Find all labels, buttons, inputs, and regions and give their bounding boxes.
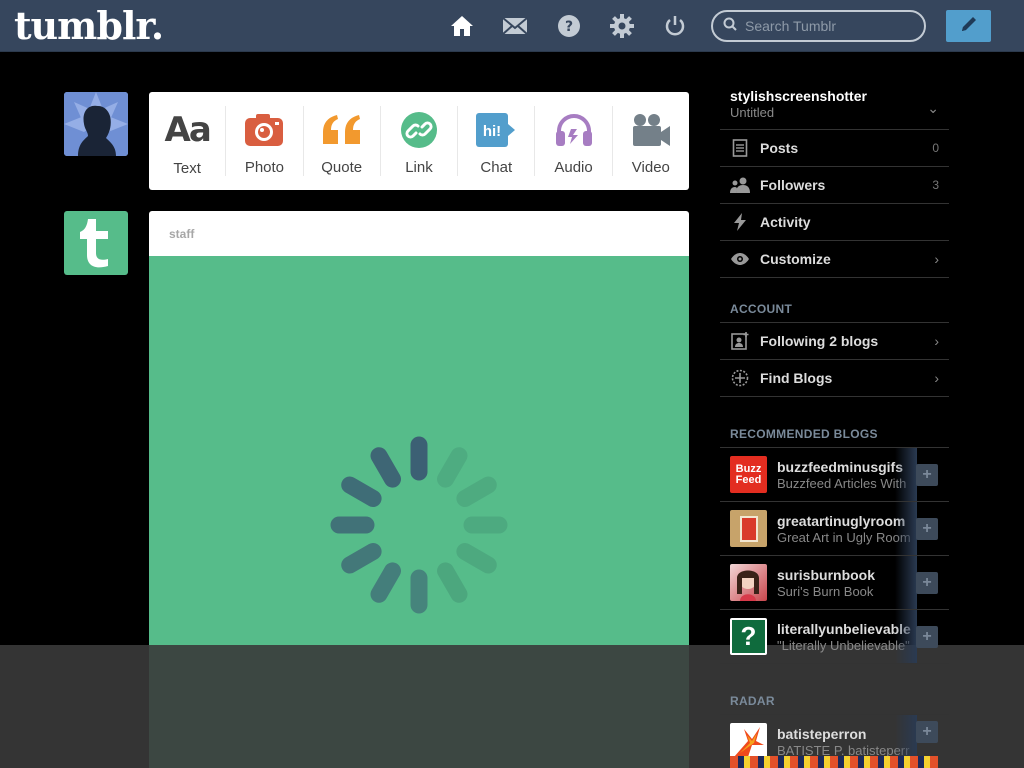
- search-box[interactable]: [711, 10, 926, 42]
- recommended-heading: RECOMMENDED BLOGS: [730, 427, 878, 441]
- people-icon: [730, 175, 750, 195]
- radar-post-image[interactable]: [730, 756, 938, 768]
- power-icon[interactable]: [662, 13, 688, 39]
- posts-count: 0: [932, 141, 939, 155]
- video-camera-icon: [631, 110, 671, 149]
- post-type-label: Audio: [554, 159, 593, 176]
- gear-icon[interactable]: [609, 13, 635, 39]
- follow-button[interactable]: +: [916, 626, 938, 648]
- follow-button[interactable]: +: [916, 518, 938, 540]
- post-type-label: Chat: [480, 159, 513, 176]
- text-icon: Aa: [164, 110, 212, 150]
- sidebar-item-label: Followers: [760, 177, 826, 193]
- recommended-blog-item[interactable]: greatartinuglyroom Great Art in Ugly Roo…: [720, 502, 949, 556]
- home-icon[interactable]: [449, 13, 475, 39]
- blog-thumbnail: Buzz Feed: [730, 456, 767, 493]
- compass-icon: [730, 368, 750, 388]
- blog-subtitle: Untitled: [730, 105, 775, 120]
- chevron-right-icon: ›: [934, 333, 939, 349]
- post-type-label: Photo: [244, 159, 285, 176]
- blog-thumbnail: [730, 564, 767, 601]
- chevron-down-icon: ⌄: [927, 100, 939, 116]
- recommended-blog-item[interactable]: ? literallyunbelievable "Literally Unbel…: [720, 610, 949, 664]
- account-heading: ACCOUNT: [730, 302, 793, 316]
- blog-name: stylishscreenshotter: [730, 88, 867, 104]
- fade-overlay: [895, 610, 917, 663]
- sidebar-item-label: Following 2 blogs: [760, 333, 879, 349]
- search-input[interactable]: [745, 18, 915, 34]
- spinner-segment: [437, 447, 468, 488]
- sidebar-item-label: Customize: [760, 251, 831, 267]
- spinner-segment: [341, 543, 382, 574]
- chevron-right-icon: ›: [934, 251, 939, 267]
- tumblr-logo[interactable]: tumblr.: [14, 4, 164, 48]
- post-type-label: Link: [405, 159, 433, 176]
- mail-icon[interactable]: [502, 13, 528, 39]
- sidebar-item-followers[interactable]: Followers 3: [720, 167, 949, 204]
- eye-icon: [730, 249, 750, 269]
- follow-button[interactable]: +: [916, 464, 938, 486]
- post-text-button[interactable]: Aa Text: [149, 106, 227, 177]
- sidebar-item-find-blogs[interactable]: Find Blogs ›: [720, 360, 949, 397]
- post-type-label: Quote: [321, 159, 363, 176]
- post-photo-button[interactable]: Photo: [226, 106, 304, 176]
- link-icon: [400, 110, 438, 149]
- chevron-right-icon: ›: [934, 370, 939, 386]
- post-author[interactable]: staff: [149, 211, 689, 256]
- fade-overlay: [895, 448, 917, 501]
- right-sidebar: stylishscreenshotter Untitled ⌄ Posts 0 …: [720, 80, 949, 768]
- fade-overlay: [895, 502, 917, 555]
- post-link-button[interactable]: Link: [381, 106, 459, 176]
- pencil-icon: [959, 14, 979, 39]
- post-type-label: Video: [631, 159, 670, 176]
- spinner-segment: [456, 476, 497, 507]
- spinner-segment: [456, 543, 497, 574]
- headphones-icon: [554, 110, 594, 149]
- compose-button[interactable]: [946, 10, 991, 42]
- sidebar-item-activity[interactable]: Activity: [720, 204, 949, 241]
- post-type-bar: Aa Text Photo Quote Link hi! Chat Audio: [149, 92, 689, 190]
- fade-overlay: [895, 556, 917, 609]
- blog-thumbnail: [730, 723, 767, 760]
- sidebar-item-label: Posts: [760, 140, 799, 156]
- post-quote-button[interactable]: Quote: [304, 106, 381, 176]
- quote-icon: [321, 110, 363, 149]
- chat-icon: hi!: [475, 110, 517, 149]
- sidebar-item-posts[interactable]: Posts 0: [720, 130, 949, 167]
- add-person-icon: [730, 331, 750, 351]
- top-navigation-bar: tumblr. ?: [0, 0, 1024, 52]
- user-avatar[interactable]: [64, 92, 128, 156]
- sidebar-item-label: Activity: [760, 214, 811, 230]
- sidebar-item-following[interactable]: Following 2 blogs ›: [720, 323, 949, 360]
- help-icon[interactable]: ?: [556, 13, 582, 39]
- blog-switcher[interactable]: stylishscreenshotter Untitled ⌄: [720, 80, 949, 130]
- post-type-label: Text: [173, 160, 201, 177]
- lightning-icon: [730, 212, 750, 232]
- followers-count: 3: [932, 178, 939, 192]
- document-icon: [730, 138, 750, 158]
- recommended-blog-item[interactable]: surisburnbook Suri's Burn Book +: [720, 556, 949, 610]
- search-icon: [723, 17, 737, 36]
- radar-heading: RADAR: [730, 694, 775, 708]
- svg-text:hi!: hi!: [483, 123, 501, 140]
- recommended-blog-item[interactable]: Buzz Feed buzzfeedminusgifs Buzzfeed Art…: [720, 448, 949, 502]
- svg-text:?: ?: [565, 19, 573, 35]
- sidebar-item-customize[interactable]: Customize ›: [720, 241, 949, 278]
- camera-icon: [244, 110, 284, 149]
- post-video-button[interactable]: Video: [613, 106, 689, 176]
- post-audio-button[interactable]: Audio: [535, 106, 613, 176]
- staff-avatar[interactable]: [64, 211, 128, 275]
- follow-button[interactable]: +: [916, 572, 938, 594]
- spinner-segment: [341, 476, 382, 507]
- spinner-segment: [370, 447, 401, 488]
- spinner-segment: [437, 562, 468, 603]
- follow-button[interactable]: +: [916, 721, 938, 743]
- blog-thumbnail: [730, 510, 767, 547]
- post-chat-button[interactable]: hi! Chat: [458, 106, 536, 176]
- spinner-segment: [370, 562, 401, 603]
- sidebar-item-label: Find Blogs: [760, 370, 833, 386]
- blog-thumbnail: ?: [730, 618, 767, 655]
